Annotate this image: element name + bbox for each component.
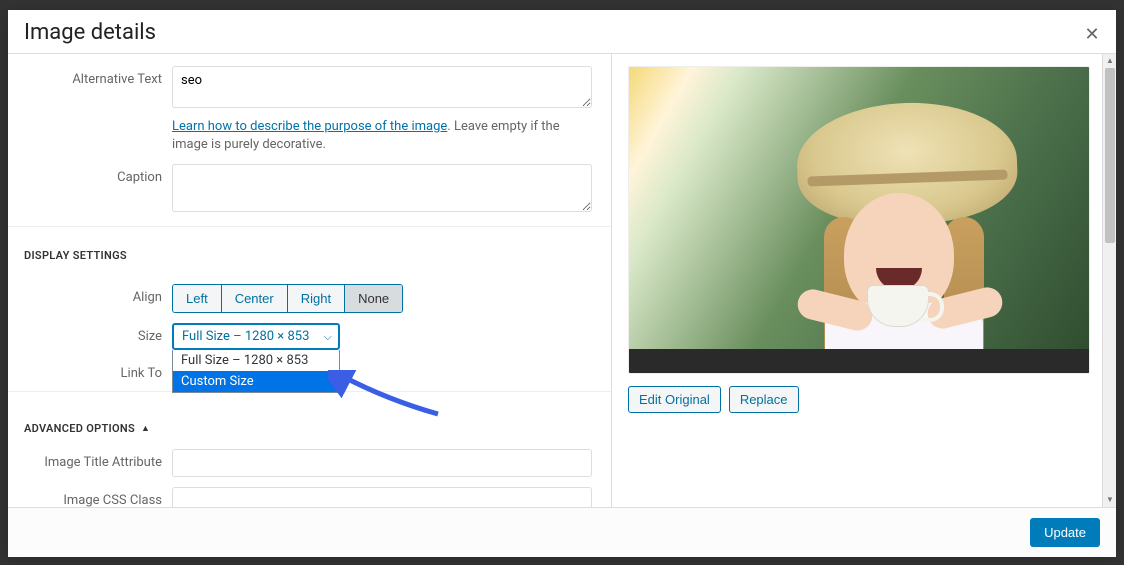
caption-label: Caption	[24, 164, 172, 216]
size-option-custom[interactable]: Custom Size	[173, 371, 339, 392]
advanced-options-toggle[interactable]: ADVANCED OPTIONS ▲	[24, 422, 595, 435]
alt-help-text: Learn how to describe the purpose of the…	[172, 118, 592, 154]
scrollbar[interactable]: ▲ ▼	[1102, 54, 1116, 507]
align-left-button[interactable]: Left	[173, 285, 222, 312]
divider	[8, 226, 611, 227]
preview-column: Edit Original Replace ▲ ▼	[612, 54, 1116, 507]
update-button[interactable]: Update	[1030, 518, 1100, 547]
preview-actions: Edit Original Replace	[628, 386, 1108, 413]
alt-text-input[interactable]: seo	[172, 66, 592, 108]
settings-column: Alternative Text seo Learn how to descri…	[8, 54, 612, 507]
caption-input[interactable]	[172, 164, 592, 212]
size-label: Size	[24, 323, 172, 350]
size-select[interactable]: Full Size – 1280 × 853 ⌵	[172, 323, 340, 350]
linkto-label: Link To	[24, 360, 172, 381]
title-attr-row: Image Title Attribute	[24, 449, 595, 477]
advanced-heading-label: ADVANCED OPTIONS	[24, 422, 135, 435]
chevron-down-icon: ⌵	[324, 330, 332, 344]
edit-original-button[interactable]: Edit Original	[628, 386, 721, 413]
css-class-label: Image CSS Class	[24, 487, 172, 507]
title-attr-input[interactable]	[172, 449, 592, 477]
title-attr-label: Image Title Attribute	[24, 449, 172, 477]
align-label: Align	[24, 284, 172, 313]
scroll-thumb[interactable]	[1105, 68, 1115, 243]
css-class-row: Image CSS Class	[24, 487, 595, 507]
align-row: Align Left Center Right None	[24, 284, 595, 313]
replace-button[interactable]: Replace	[729, 386, 799, 413]
size-selected-value: Full Size – 1280 × 853	[182, 329, 309, 344]
image-preview	[628, 66, 1090, 374]
display-settings-heading: DISPLAY SETTINGS	[24, 249, 595, 270]
close-button[interactable]: ✕	[1080, 22, 1104, 46]
align-none-button[interactable]: None	[345, 285, 402, 312]
align-center-button[interactable]: Center	[222, 285, 288, 312]
alt-text-label: Alternative Text	[24, 66, 172, 154]
modal-title: Image details	[24, 20, 1100, 45]
caret-up-icon: ▲	[141, 423, 150, 434]
scroll-down-icon[interactable]: ▼	[1105, 494, 1115, 506]
scroll-up-icon[interactable]: ▲	[1105, 55, 1115, 67]
alt-text-row: Alternative Text seo Learn how to descri…	[24, 66, 595, 154]
size-option-full[interactable]: Full Size – 1280 × 853	[173, 350, 339, 371]
size-dropdown: Full Size – 1280 × 853 Custom Size	[172, 350, 340, 393]
modal-header: Image details ✕	[8, 10, 1116, 53]
align-button-group: Left Center Right None	[172, 284, 403, 313]
image-details-modal: Image details ✕ Alternative Text seo Lea…	[8, 10, 1116, 557]
size-row: Size Full Size – 1280 × 853 ⌵ Full Size …	[24, 323, 595, 350]
align-right-button[interactable]: Right	[288, 285, 345, 312]
modal-body: Alternative Text seo Learn how to descri…	[8, 53, 1116, 507]
modal-footer: Update	[8, 507, 1116, 557]
caption-row: Caption	[24, 164, 595, 216]
alt-help-link[interactable]: Learn how to describe the purpose of the…	[172, 119, 447, 134]
css-class-input[interactable]	[172, 487, 592, 507]
